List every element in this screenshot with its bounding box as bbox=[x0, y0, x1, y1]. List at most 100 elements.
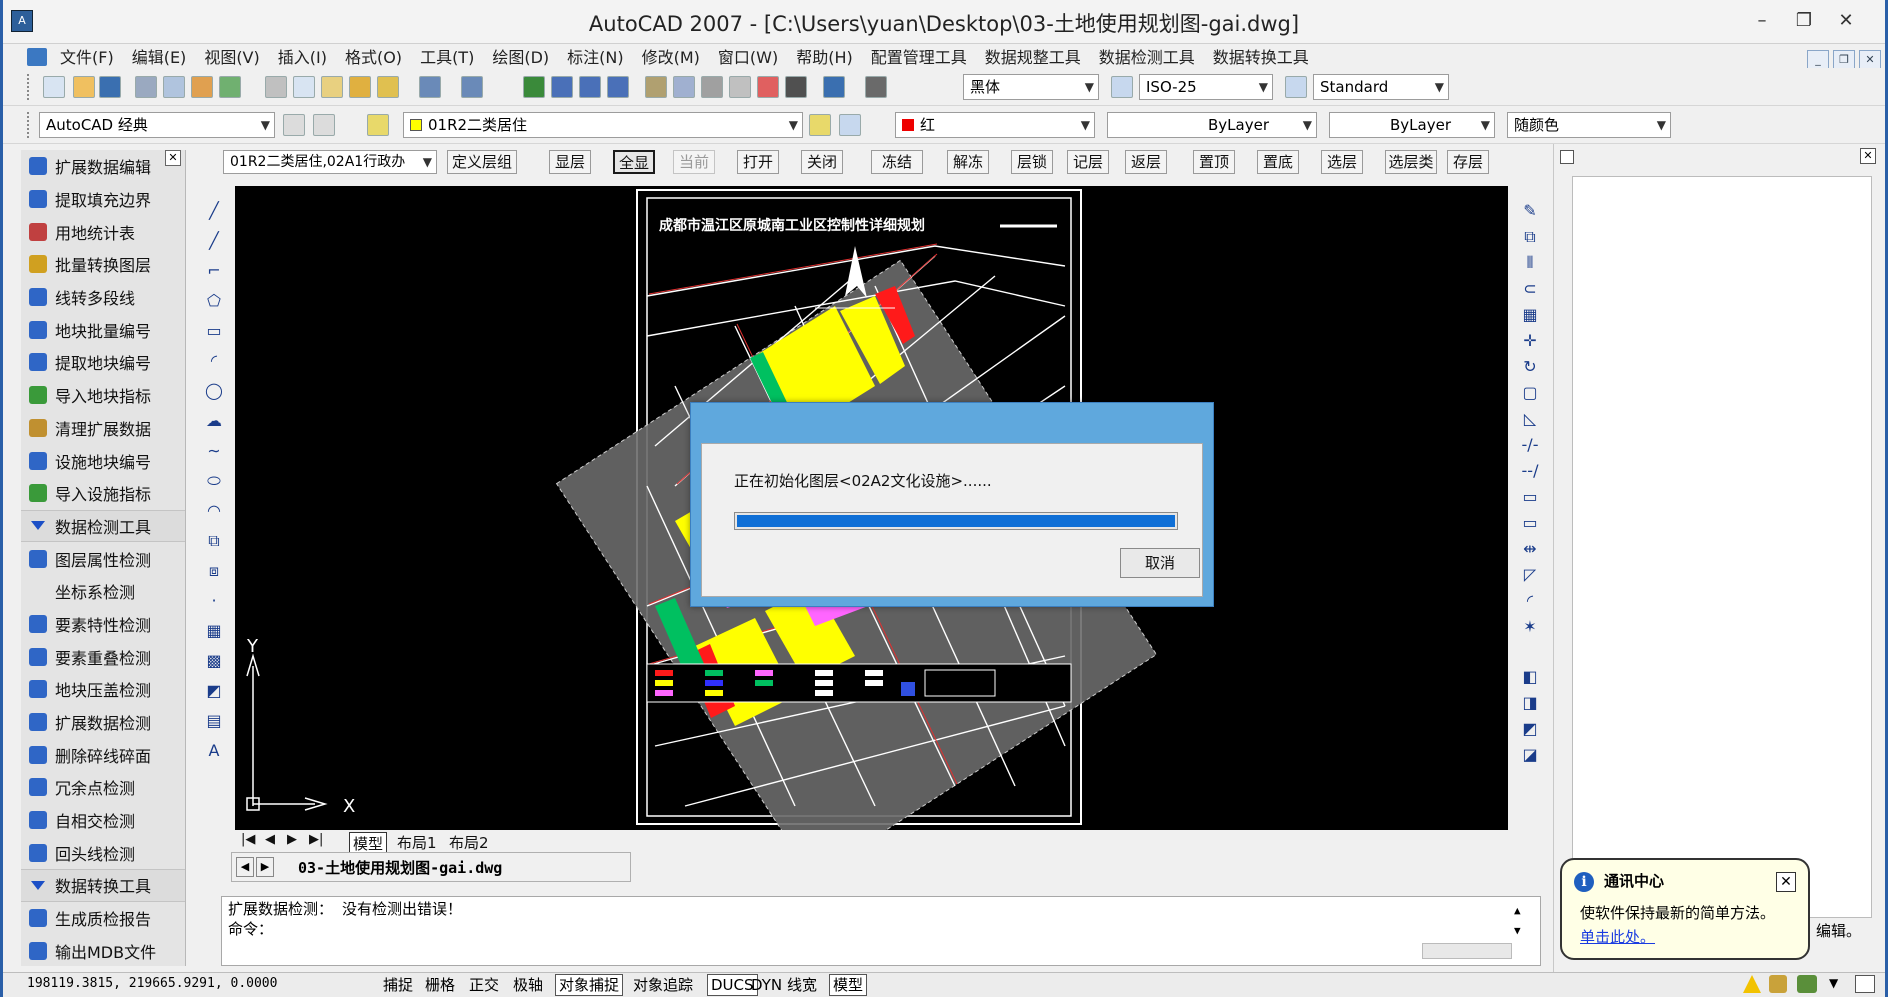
layer-tool-button[interactable]: 显层 bbox=[549, 150, 591, 174]
tab-layout1[interactable]: 布局1 bbox=[397, 832, 437, 853]
palette-item[interactable]: 地块批量编号 bbox=[21, 313, 185, 346]
tab-layout2[interactable]: 布局2 bbox=[449, 832, 489, 853]
draworder-above-icon[interactable]: ◩ bbox=[1519, 718, 1541, 740]
status-toggle[interactable]: 捕捉 bbox=[379, 974, 417, 996]
circle-icon[interactable]: ◯ bbox=[203, 380, 225, 402]
layer-tool-button[interactable]: 打开 bbox=[737, 150, 779, 174]
doc-close-icon[interactable]: ✕ bbox=[1859, 50, 1881, 70]
workspace-combo[interactable]: AutoCAD 经典 ▼ bbox=[39, 112, 275, 138]
design-center-icon[interactable] bbox=[673, 76, 695, 98]
command-window[interactable]: 扩展数据检测： 没有检测出错误！ 命令： ▲ ▼ bbox=[221, 896, 1541, 966]
cmd-scroll-down-icon[interactable]: ▼ bbox=[1514, 921, 1521, 941]
cut-icon[interactable] bbox=[265, 76, 287, 98]
lineweight-combo[interactable]: ByLayer ▼ bbox=[1329, 112, 1495, 138]
workspace-settings-icon[interactable] bbox=[283, 114, 305, 136]
status-toggle[interactable]: 模型 bbox=[829, 974, 868, 996]
doc-restore-icon[interactable]: ❐ bbox=[1833, 50, 1855, 70]
chamfer-icon[interactable]: ◸ bbox=[1519, 564, 1541, 586]
zoom-previous-icon[interactable] bbox=[607, 76, 629, 98]
table-icon[interactable]: ▤ bbox=[203, 710, 225, 732]
layer-tool-button[interactable]: 选层 bbox=[1321, 150, 1363, 174]
zoom-realtime-icon[interactable] bbox=[551, 76, 573, 98]
minimize-button[interactable]: – bbox=[1741, 4, 1783, 38]
cmd-scroll-up-icon[interactable]: ▲ bbox=[1514, 901, 1521, 921]
gradient-icon[interactable]: ▩ bbox=[203, 650, 225, 672]
palette-header-check[interactable]: 数据检测工具 bbox=[21, 509, 185, 543]
layer-tool-button[interactable]: 存层 bbox=[1447, 150, 1489, 174]
palette-item[interactable]: 用地统计表 bbox=[21, 215, 185, 248]
scale-icon[interactable]: ▢ bbox=[1519, 382, 1541, 404]
join-icon[interactable]: ⇹ bbox=[1519, 538, 1541, 560]
layer-tool-button[interactable]: 全显 bbox=[613, 150, 655, 174]
balloon-link[interactable]: 单击此处。 bbox=[1580, 926, 1655, 947]
sheet-set-icon[interactable] bbox=[729, 76, 751, 98]
status-toggle[interactable]: 对象追踪 bbox=[629, 974, 697, 996]
fillet-icon[interactable]: ◜ bbox=[1519, 590, 1541, 612]
draworder-under-icon[interactable]: ◪ bbox=[1519, 744, 1541, 766]
markup-icon[interactable] bbox=[757, 76, 779, 98]
linetype-combo[interactable]: ByLayer ▼ bbox=[1107, 112, 1317, 138]
tab-next-icon[interactable]: ▶ bbox=[287, 832, 297, 847]
palette-item[interactable]: 回头线检测 bbox=[21, 836, 185, 869]
copy-icon[interactable] bbox=[293, 76, 315, 98]
hatch-icon[interactable]: ▦ bbox=[203, 620, 225, 642]
revision-cloud-icon[interactable]: ☁ bbox=[203, 410, 225, 432]
undo-icon[interactable] bbox=[419, 76, 441, 98]
array-icon[interactable]: ▦ bbox=[1519, 304, 1541, 326]
layer-list-combo[interactable]: 01R2二类居住,02A1行政办 ▼ bbox=[223, 150, 437, 174]
arc-icon[interactable]: ◜ bbox=[203, 350, 225, 372]
doc-tab-label[interactable]: 03-土地使用规划图-gai.dwg bbox=[298, 857, 502, 878]
layer-tool-button[interactable]: 选层类 bbox=[1385, 150, 1437, 174]
publish-icon[interactable] bbox=[191, 76, 213, 98]
communication-center-icon[interactable] bbox=[1797, 975, 1817, 993]
cancel-button[interactable]: 取消 bbox=[1120, 548, 1200, 578]
break-at-point-icon[interactable]: ▭ bbox=[1519, 486, 1541, 508]
status-toggle[interactable]: 正交 bbox=[465, 974, 503, 996]
layer-combo[interactable]: 01R2二类居住 ▼ bbox=[403, 112, 803, 138]
block-editor-icon[interactable] bbox=[377, 76, 399, 98]
pan-icon[interactable] bbox=[523, 76, 545, 98]
command-prompt[interactable]: 命令： bbox=[228, 919, 1534, 939]
palette-item[interactable]: 提取地块编号 bbox=[21, 346, 185, 379]
rotate-icon[interactable]: ↻ bbox=[1519, 356, 1541, 378]
panel-close-icon[interactable]: ✕ bbox=[1860, 148, 1876, 164]
properties-panel-body[interactable] bbox=[1572, 176, 1872, 918]
dimstyle-icon[interactable] bbox=[1111, 76, 1133, 98]
dimstyle-combo[interactable]: ISO-25 ▼ bbox=[1139, 74, 1273, 100]
layer-tool-button[interactable]: 返层 bbox=[1125, 150, 1167, 174]
panel-minimize-icon[interactable] bbox=[1560, 150, 1574, 164]
close-button[interactable]: ✕ bbox=[1825, 4, 1867, 38]
layer-tool-button[interactable]: 置底 bbox=[1257, 150, 1299, 174]
explode-icon[interactable]: ✶ bbox=[1519, 616, 1541, 638]
help-icon[interactable] bbox=[823, 76, 845, 98]
ellipse-icon[interactable]: ⬭ bbox=[203, 470, 225, 492]
palette-item[interactable]: 线转多段线 bbox=[21, 281, 185, 314]
polyline-icon[interactable]: ⌐ bbox=[203, 260, 225, 282]
tool-palettes-icon[interactable] bbox=[701, 76, 723, 98]
rectangle-icon[interactable]: ▭ bbox=[203, 320, 225, 342]
draworder-front-icon[interactable]: ◧ bbox=[1519, 666, 1541, 688]
document-menu-icon[interactable] bbox=[27, 48, 47, 66]
insert-block-icon[interactable]: ⧉ bbox=[203, 530, 225, 552]
match-properties-icon[interactable] bbox=[349, 76, 371, 98]
make-current-layer-icon[interactable] bbox=[809, 114, 831, 136]
layer-tool-button[interactable]: 定义层组 bbox=[447, 150, 517, 174]
status-toggle[interactable]: 极轴 bbox=[509, 974, 547, 996]
palette-item[interactable]: 删除碎线碎面 bbox=[21, 738, 185, 771]
palette-item[interactable]: 要素特性检测 bbox=[21, 608, 185, 641]
palette-item[interactable]: 坐标系检测 bbox=[21, 575, 185, 608]
clean-screen-icon[interactable] bbox=[1855, 975, 1875, 993]
palette-item[interactable]: 批量转换图层 bbox=[21, 248, 185, 281]
calculator-icon[interactable] bbox=[785, 76, 807, 98]
construction-line-icon[interactable]: ╱ bbox=[203, 230, 225, 252]
point-icon[interactable]: · bbox=[203, 590, 225, 612]
open-icon[interactable] bbox=[73, 76, 95, 98]
erase-icon[interactable]: ✎ bbox=[1519, 200, 1541, 222]
palette-close-icon[interactable]: ✕ bbox=[165, 150, 181, 166]
doc-minimize-icon[interactable]: _ bbox=[1807, 50, 1829, 70]
palette-item[interactable]: 冗余点检测 bbox=[21, 771, 185, 804]
tab-prev-icon[interactable]: ◀ bbox=[265, 832, 275, 847]
line-icon[interactable]: ╱ bbox=[203, 200, 225, 222]
tab-first-icon[interactable]: |◀ bbox=[241, 832, 255, 847]
polygon-icon[interactable]: ⬠ bbox=[203, 290, 225, 312]
